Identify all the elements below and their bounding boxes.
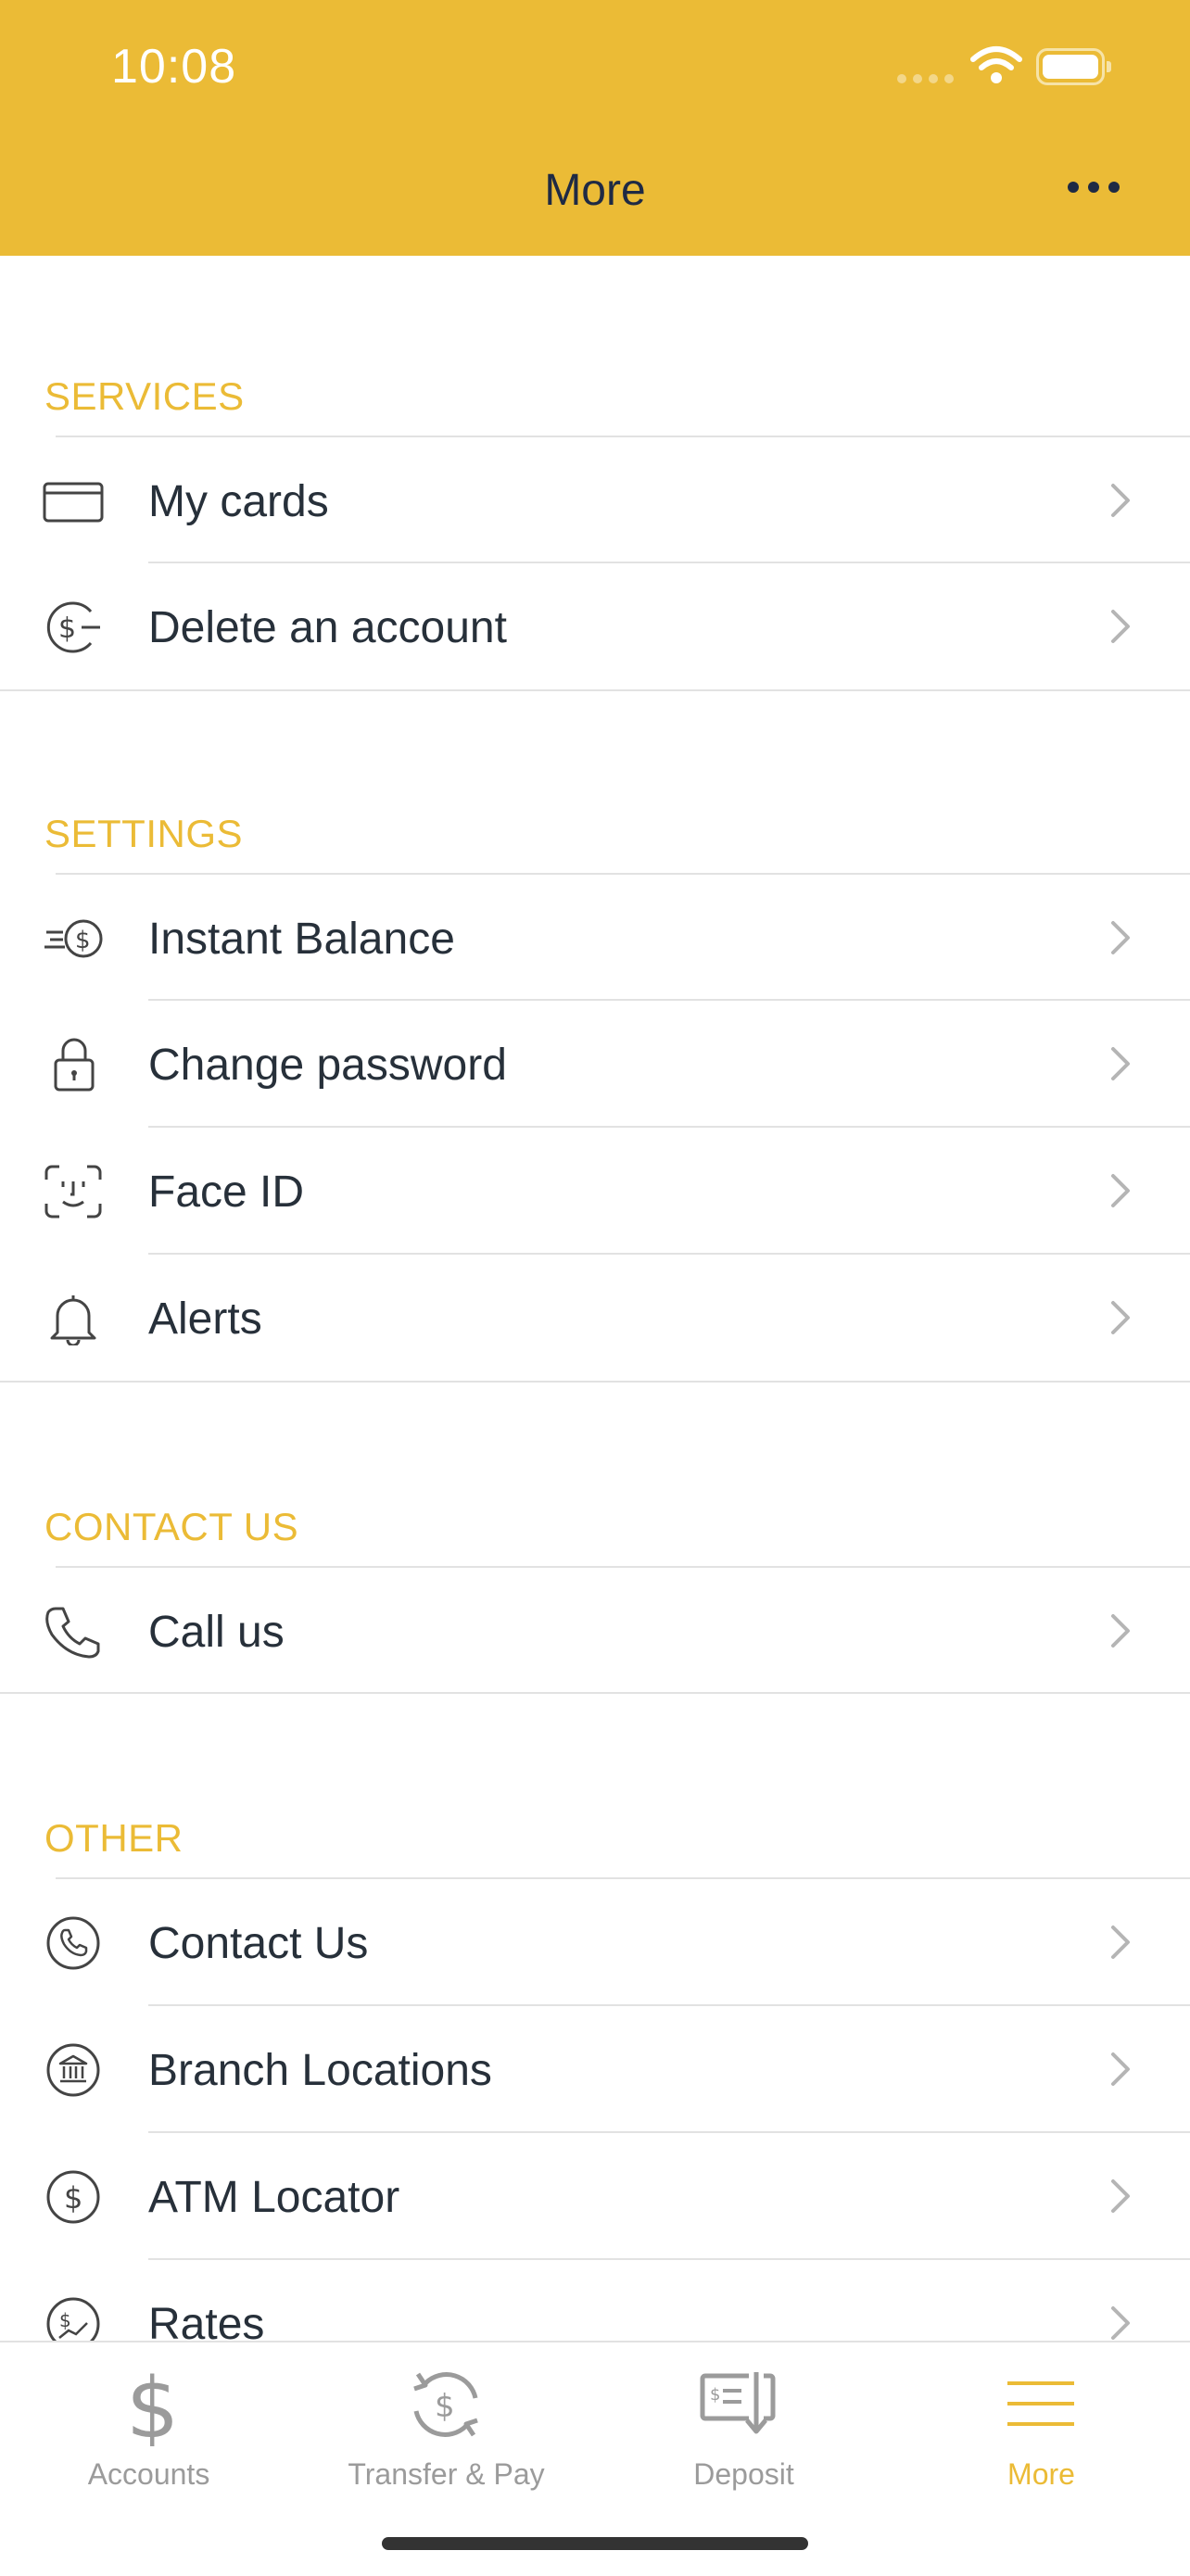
menu-item-contact-us[interactable]: Contact Us [0, 1879, 1190, 2005]
dollar-circle-icon: $ [46, 2170, 100, 2224]
menu-item-label: Branch Locations [148, 2046, 492, 2095]
svg-text:$: $ [710, 2385, 720, 2405]
menu-item-atm-locator[interactable]: $ ATM Locator [0, 2133, 1190, 2259]
menu-item-branch-locations[interactable]: Branch Locations [0, 2006, 1190, 2132]
menu-icon [1007, 2381, 1074, 2426]
chevron-right-icon [1111, 2306, 1130, 2340]
menu-item-instant-balance[interactable]: $ Instant Balance [0, 875, 1190, 1001]
tab-label: Transfer & Pay [348, 2457, 545, 2491]
dollar-icon: $ [126, 2363, 179, 2446]
menu-item-label: Change password [148, 1041, 507, 1090]
tab-label: More [1007, 2457, 1075, 2491]
chevron-right-icon [1111, 610, 1130, 643]
dollar-minus-icon: $ [46, 601, 100, 653]
chevron-right-icon [1111, 1174, 1130, 1207]
svg-text:$: $ [64, 2180, 82, 2216]
tab-deposit[interactable]: $ Deposit [595, 2342, 892, 2509]
status-time: 10:08 [111, 40, 237, 94]
menu-item-label: Contact Us [148, 1919, 369, 1968]
section-header-other: OTHER [44, 1816, 184, 1860]
chevron-right-icon [1111, 1301, 1130, 1334]
menu-item-label: Delete an account [148, 603, 507, 652]
menu-item-alerts[interactable]: Alerts [0, 1255, 1190, 1381]
menu-item-label: ATM Locator [148, 2173, 400, 2222]
fast-dollar-icon: $ [44, 919, 103, 958]
battery-icon [1036, 48, 1111, 85]
transfer-icon: $ [413, 2372, 478, 2437]
menu-item-face-id[interactable]: Face ID [0, 1128, 1190, 1254]
bell-icon [50, 1295, 96, 1345]
menu-item-label: Alerts [148, 1294, 262, 1344]
svg-text:$: $ [59, 2309, 71, 2331]
chevron-right-icon [1111, 921, 1130, 954]
tab-accounts[interactable]: $ Accounts [0, 2342, 298, 2509]
menu-item-change-password[interactable]: Change password [0, 1001, 1190, 1127]
menu-item-label: Face ID [148, 1168, 305, 1217]
page-title: More [544, 166, 646, 215]
svg-text:$: $ [58, 612, 76, 645]
card-icon [43, 482, 104, 523]
tab-more[interactable]: More [892, 2342, 1190, 2509]
section-header-services: SERVICES [44, 374, 245, 418]
home-indicator[interactable] [382, 2537, 808, 2550]
section-header-settings: SETTINGS [44, 812, 244, 855]
chevron-right-icon [1111, 1926, 1130, 1959]
svg-text:$: $ [75, 927, 91, 954]
svg-text:$: $ [435, 2388, 455, 2425]
menu-item-my-cards[interactable]: My cards [0, 437, 1190, 563]
chevron-right-icon [1111, 1047, 1130, 1080]
chevron-right-icon [1111, 1614, 1130, 1648]
chevron-right-icon [1111, 2052, 1130, 2086]
divider [0, 1692, 1190, 1694]
menu-item-label: Instant Balance [148, 915, 455, 964]
phone-circle-icon [46, 1916, 100, 1970]
section-header-contact-us: CONTACT US [44, 1505, 299, 1548]
tab-transfer-pay[interactable]: $ Transfer & Pay [298, 2342, 595, 2509]
more-options-icon[interactable] [1068, 182, 1120, 193]
lock-icon [54, 1038, 95, 1092]
menu-item-call-us[interactable]: Call us [0, 1568, 1190, 1694]
face-id-icon [44, 1165, 102, 1219]
phone-icon [45, 1607, 100, 1659]
divider [0, 1381, 1190, 1383]
svg-text:$: $ [126, 2363, 179, 2446]
signal-icon [897, 74, 954, 83]
bank-icon [46, 2043, 100, 2097]
divider [0, 689, 1190, 691]
menu-item-label: My cards [148, 477, 329, 526]
header: 10:08 More [0, 0, 1190, 256]
chevron-right-icon [1111, 2179, 1130, 2213]
tab-label: Accounts [87, 2457, 210, 2491]
wifi-icon [970, 46, 1022, 83]
tab-label: Deposit [693, 2457, 794, 2491]
menu-item-delete-account[interactable]: $ Delete an account [0, 563, 1190, 689]
chevron-right-icon [1111, 484, 1130, 517]
menu-item-label: Call us [148, 1608, 285, 1657]
check-deposit-icon: $ [700, 2368, 776, 2434]
